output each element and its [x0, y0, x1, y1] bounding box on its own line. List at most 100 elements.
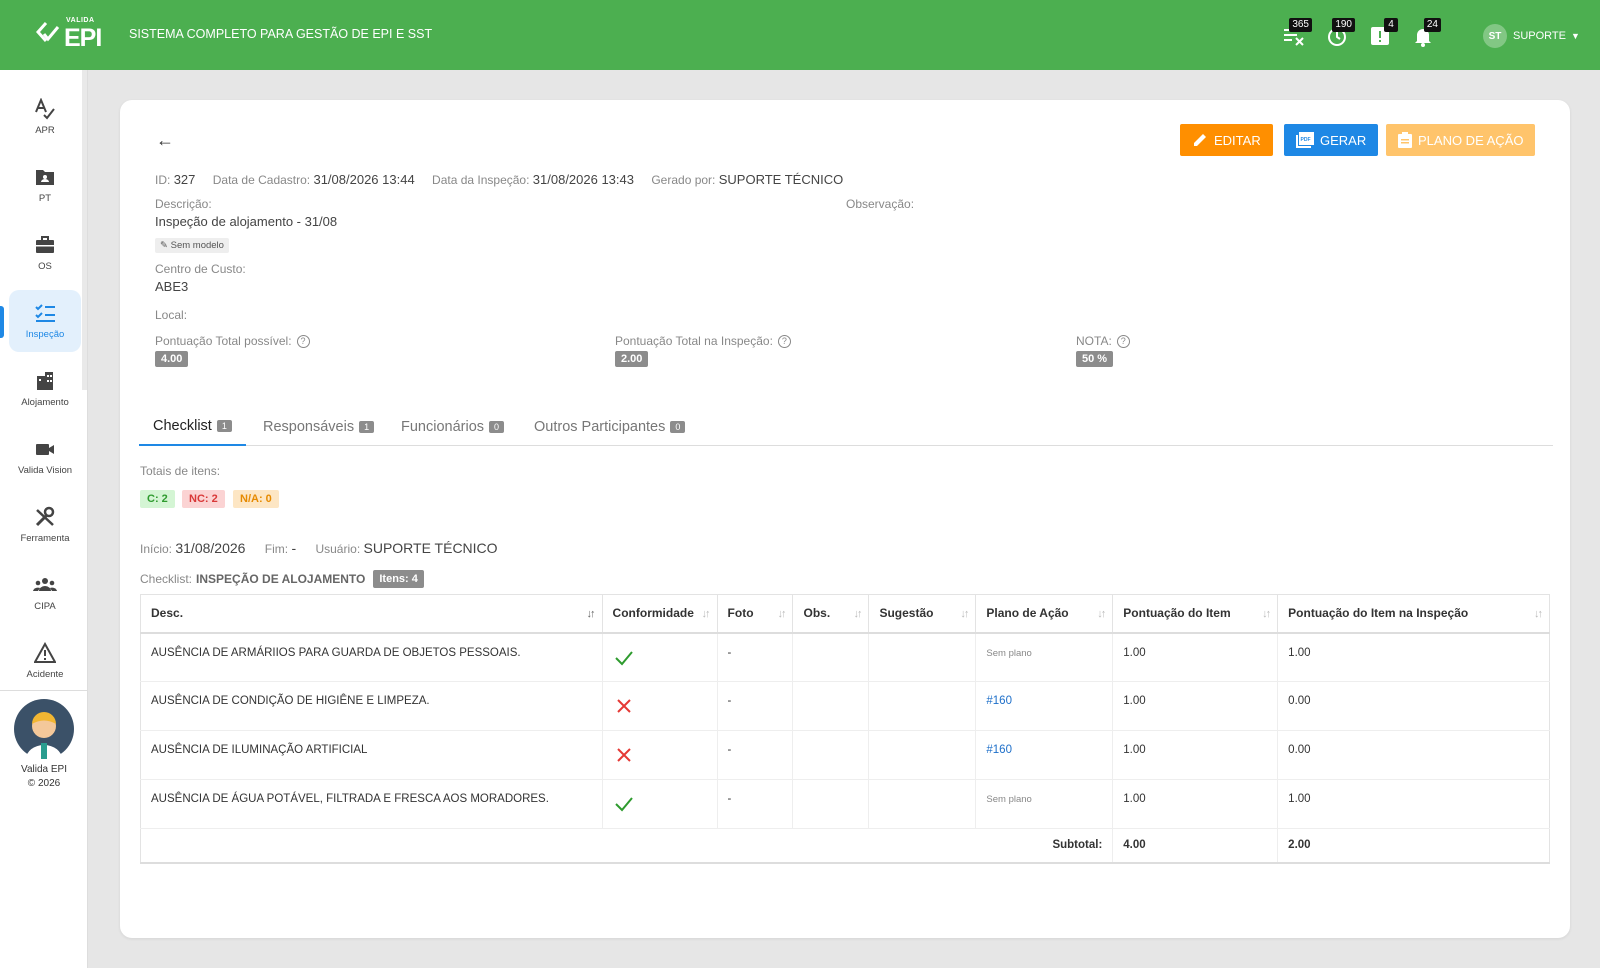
user-menu[interactable]: ST SUPORTE ▼ — [1483, 24, 1580, 48]
cell-foto: - — [717, 632, 794, 682]
logo-big-text: EPI — [64, 24, 102, 52]
checklist-name: INSPEÇÃO DE ALOJAMENTO — [196, 572, 366, 586]
na-count-chip: N/A: 0 — [233, 490, 279, 508]
sort-icon[interactable]: ↓↑ — [1534, 608, 1543, 620]
sort-icon[interactable]: ↓↑ — [1262, 608, 1271, 620]
sort-icon[interactable]: ↓↑ — [702, 608, 711, 620]
id-value: 327 — [173, 172, 196, 187]
cell-obs — [792, 730, 870, 780]
total-inspection-label: Pontuação Total na Inspeção: — [615, 334, 773, 348]
action-plan-link[interactable]: #160 — [975, 730, 1114, 780]
sort-desc-icon[interactable]: ↓↑ — [587, 608, 596, 620]
app-logo[interactable]: VALIDA EPI — [36, 16, 106, 52]
cell-desc: AUSÊNCIA DE ARMÁRIIOS PARA GUARDA DE OBJ… — [140, 632, 603, 682]
history-icon[interactable]: 190 — [1325, 18, 1355, 48]
action-plan-button[interactable]: PLANO DE AÇÃO — [1386, 124, 1536, 156]
cell-obs — [792, 681, 870, 731]
pending-epi-icon[interactable]: 365 — [1282, 18, 1312, 48]
camera-icon — [36, 444, 54, 455]
badge: 190 — [1332, 18, 1355, 32]
cell-conformidade — [602, 779, 718, 829]
bell-icon[interactable]: 24 — [1411, 18, 1441, 48]
total-possible-heading: Pontuação Total possível:? — [155, 334, 310, 349]
nonconform-count-chip: NC: 2 — [182, 490, 225, 508]
sidebar-scrollbar[interactable] — [82, 70, 87, 390]
sidebar-item-apr[interactable]: APR — [9, 86, 81, 148]
help-icon[interactable]: ? — [1116, 335, 1130, 349]
user-label: Usuário: — [315, 542, 361, 556]
cell-pontuacao-item: 1.00 — [1112, 681, 1279, 731]
badge: 365 — [1289, 18, 1312, 32]
items-count-badge: Itens: 4 — [373, 570, 424, 588]
check-icon — [614, 650, 633, 665]
sidebar-item-label: Valida Vision — [17, 465, 73, 476]
column-header-sugestao[interactable]: Sugestão ↓↑ — [868, 594, 977, 634]
column-header-pontuacao-item[interactable]: Pontuação do Item ↓↑ — [1112, 594, 1279, 634]
cell-desc: AUSÊNCIA DE ILUMINAÇÃO ARTIFICIAL — [140, 730, 603, 780]
sidebar-item-inspecao[interactable]: Inspeção — [9, 290, 81, 352]
user-value: SUPORTE TÉCNICO — [363, 540, 498, 556]
cell-conformidade — [602, 632, 718, 682]
sidebar-item-label: OS — [38, 261, 52, 272]
app-title: SISTEMA COMPLETO PARA GESTÃO DE EPI E SS… — [129, 27, 433, 41]
created-label: Data de Cadastro: — [212, 173, 311, 187]
sidebar-item-pt[interactable]: PT — [9, 154, 81, 216]
help-icon[interactable]: ? — [777, 335, 791, 349]
sidebar-item-alojamento[interactable]: Alojamento — [9, 358, 81, 420]
sidebar-item-valida-vision[interactable]: Valida Vision — [9, 426, 81, 488]
table-row: AUSÊNCIA DE CONDIÇÃO DE HIGIÊNE E LIMPEZ… — [140, 681, 1550, 731]
apr-icon — [35, 98, 55, 120]
edit-button[interactable]: EDITAR — [1180, 124, 1273, 156]
sidebar-item-os[interactable]: OS — [9, 222, 81, 284]
tab-responsaveis[interactable]: Responsáveis 1 — [249, 408, 388, 446]
tab-label: Checklist — [153, 418, 212, 434]
back-arrow-icon[interactable]: ← — [156, 130, 174, 151]
tab-outros-participantes[interactable]: Outros Participantes 0 — [520, 408, 699, 446]
column-label: Pontuação do Item na Inspeção — [1288, 606, 1469, 621]
column-label: Desc. — [151, 606, 184, 621]
sidebar: APR PT OS Inspeção Alojamento Valida Vis… — [0, 70, 88, 968]
alert-icon[interactable]: 4 — [1368, 18, 1398, 48]
sort-icon[interactable]: ↓↑ — [853, 608, 862, 620]
generated-by-label: Gerado por: — [651, 173, 716, 187]
generate-pdf-button[interactable]: PDF GERAR — [1284, 124, 1379, 156]
total-inspection-heading: Pontuação Total na Inspeção:? — [615, 334, 791, 349]
start-label: Início: — [140, 542, 173, 556]
sort-icon[interactable]: ↓↑ — [960, 608, 969, 620]
column-header-desc[interactable]: Desc. ↓↑ — [140, 594, 603, 634]
footer-brand: Valida EPI — [21, 764, 67, 775]
cell-obs — [792, 632, 870, 682]
inspection-date-value: 31/08/2026 13:43 — [532, 172, 634, 187]
sidebar-item-ferramenta[interactable]: Ferramenta — [9, 494, 81, 556]
sidebar-item-acidente[interactable]: Acidente — [9, 630, 81, 692]
conform-count-chip: C: 2 — [140, 490, 175, 508]
sort-icon[interactable]: ↓↑ — [1097, 608, 1106, 620]
sort-icon[interactable]: ↓↑ — [777, 608, 786, 620]
cell-foto: - — [717, 730, 794, 780]
group-icon — [33, 578, 57, 591]
cross-icon — [616, 699, 631, 713]
cell-desc: AUSÊNCIA DE CONDIÇÃO DE HIGIÊNE E LIMPEZ… — [140, 681, 603, 731]
building-icon — [37, 372, 53, 390]
help-icon[interactable]: ? — [296, 335, 310, 349]
column-header-foto[interactable]: Foto ↓↑ — [716, 594, 794, 634]
column-header-plano[interactable]: Plano de Ação ↓↑ — [975, 594, 1114, 634]
column-header-obs[interactable]: Obs. ↓↑ — [792, 594, 870, 634]
checklist-table: Desc. ↓↑ Conformidade ↓↑ Foto ↓↑ Obs. ↓↑ Sug… — [139, 594, 1550, 864]
user-name: SUPORTE — [1513, 30, 1566, 42]
sidebar-item-cipa[interactable]: CIPA — [9, 562, 81, 624]
sidebar-item-label: Inspeção — [25, 329, 65, 340]
user-avatar: ST — [1483, 24, 1507, 48]
cell-foto: - — [717, 681, 794, 731]
tab-count: 1 — [359, 421, 375, 433]
sidebar-item-label: PT — [38, 193, 52, 204]
action-plan-link[interactable]: #160 — [975, 681, 1114, 731]
tab-checklist[interactable]: Checklist 1 — [139, 408, 246, 446]
total-inspection-badge: 2.00 — [615, 351, 649, 367]
tab-funcionarios[interactable]: Funcionários 0 — [387, 408, 518, 446]
column-header-conformidade[interactable]: Conformidade ↓↑ — [601, 594, 718, 634]
svg-text:PDF: PDF — [1301, 137, 1311, 143]
column-header-pontuacao-inspecao[interactable]: Pontuação do Item na Inspeção ↓↑ — [1277, 594, 1550, 634]
tab-count: 0 — [489, 421, 505, 433]
warning-icon — [34, 642, 56, 663]
